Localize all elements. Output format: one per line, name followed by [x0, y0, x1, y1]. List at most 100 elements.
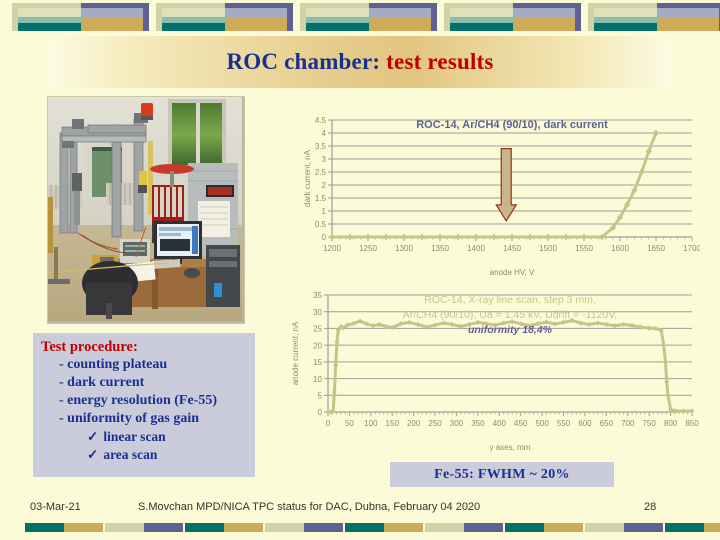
y-tick-label: 4.5 — [315, 116, 327, 125]
data-point-marker — [333, 362, 339, 368]
chart-title-line-0: ROC-14, X-ray line scan, step 3 mm, — [424, 294, 596, 306]
decoration-block — [300, 3, 437, 31]
y-tick-label: 3 — [322, 155, 327, 164]
slide-title-bar: ROC chamber: test results — [48, 36, 672, 88]
fe55-result-box: Fe-55: FWHM ~ 20% — [390, 462, 614, 487]
data-point-marker — [646, 325, 652, 331]
x-tick-label: 450 — [514, 419, 528, 428]
x-tick-label: 400 — [493, 419, 507, 428]
data-point-marker — [544, 233, 552, 241]
y-tick-label: 35 — [313, 291, 322, 300]
y-tick-label: 15 — [313, 358, 322, 367]
footer-decoration-block — [265, 523, 343, 532]
data-point-marker — [364, 233, 372, 241]
slide-canvas: ROC chamber: test results Test procedure… — [0, 0, 720, 540]
x-tick-label: 1650 — [647, 244, 665, 253]
x-tick-label: 50 — [345, 419, 354, 428]
y-tick-label: 4 — [322, 129, 327, 138]
y-tick-label: 20 — [313, 341, 322, 350]
x-axis-title: anode HV, V — [490, 268, 535, 277]
top-decoration-band — [0, 0, 720, 33]
decoration-block — [12, 3, 149, 31]
data-point-marker — [562, 233, 570, 241]
x-tick-label: 1350 — [431, 244, 449, 253]
data-point-marker — [526, 233, 534, 241]
test-procedure-box: Test procedure: - counting plateau - dar… — [33, 333, 255, 477]
check-icon: ✓ — [87, 429, 99, 444]
data-point-marker — [382, 233, 390, 241]
check-icon: ✓ — [87, 447, 99, 462]
procedure-item-2: - energy resolution (Fe-55) — [59, 393, 217, 408]
y-tick-label: 1 — [322, 207, 327, 216]
x-tick-label: 1600 — [611, 244, 629, 253]
x-tick-label: 1400 — [467, 244, 485, 253]
data-point-marker — [418, 233, 426, 241]
x-tick-label: 250 — [428, 419, 442, 428]
x-tick-label: 850 — [685, 419, 699, 428]
slide-footer: 03-Mar-21 S.Movchan MPD/NICA TPC status … — [0, 498, 720, 520]
data-point-marker — [331, 389, 338, 395]
procedure-subitem-1: ✓ area scan — [41, 446, 249, 464]
chart-dark-current: 0 0.5 1 1.5 2 2.5 3 3.5 4 4.5 1200 1250 1300 1350 1400… — [300, 112, 700, 277]
data-point-marker — [595, 320, 601, 326]
footer-decoration-block — [25, 523, 103, 532]
data-point-marker — [328, 233, 336, 241]
y-tick-label: 5 — [318, 391, 323, 400]
procedure-subitem-0: ✓ linear scan — [41, 428, 249, 446]
line-scan-plot: 051015202530350 50 100 150 200 250 300 350 400 45… — [291, 291, 699, 452]
y-tick-label: 2 — [322, 181, 327, 190]
x-tick-label: 0 — [326, 419, 331, 428]
y-axis-title: anode current, nA — [291, 321, 300, 385]
data-point-marker — [400, 233, 408, 241]
x-tick-label: 1550 — [575, 244, 593, 253]
x-tick-label: 800 — [664, 419, 678, 428]
footer-caption: S.Movchan MPD/NICA TPC status for DAC, D… — [138, 501, 481, 513]
procedure-subitem-1-label: area scan — [103, 447, 158, 462]
procedure-item-0: - counting plateau — [59, 357, 168, 372]
x-axis-title: y axes, mm — [490, 443, 531, 452]
footer-decoration-block — [425, 523, 503, 532]
page-title-accent: test results — [380, 49, 494, 74]
footer-date: 03-Mar-21 — [30, 501, 81, 513]
x-tick-label: 1200 — [323, 244, 341, 253]
data-point-marker — [664, 379, 670, 385]
bottom-decoration-band — [0, 523, 720, 532]
data-point-marker — [680, 408, 687, 414]
footer-decoration-block — [665, 523, 720, 532]
x-tick-label: 550 — [557, 419, 571, 428]
x-tick-label: 150 — [386, 419, 400, 428]
data-point-marker — [612, 323, 618, 329]
test-procedure-heading: Test procedure: — [41, 339, 138, 355]
y-tick-label: 30 — [313, 308, 322, 317]
chart-title-line-1: Ar/CH4 (90/10), Ua = 1,45 kV, Udrift = -… — [403, 309, 617, 321]
footer-decoration-block — [505, 523, 583, 532]
dark-current-plot: 0 0.5 1 1.5 2 2.5 3 3.5 4 4.5 1200 1250 1300 1350 1400… — [303, 116, 700, 277]
uniformity-annotation: uniformity 18,4% — [468, 324, 553, 336]
y-tick-label: 0 — [322, 233, 327, 242]
data-point-marker — [580, 233, 588, 241]
data-point-marker — [454, 233, 462, 241]
data-point-marker — [689, 408, 695, 414]
y-tick-label: 0 — [318, 408, 323, 417]
chart-line-scan: 0 5 10 15 20 25 30 35 0 50 100 150 200 250 300 350 400 45… — [286, 287, 700, 452]
footer-decoration-block — [585, 523, 663, 532]
procedure-item-1: - dark current — [59, 375, 145, 390]
y-tick-label: 1.5 — [315, 194, 327, 203]
footer-decoration-block — [105, 523, 183, 532]
x-tick-label: 350 — [471, 419, 485, 428]
x-tick-label: 100 — [364, 419, 378, 428]
decoration-block — [444, 3, 581, 31]
x-tick-label: 600 — [578, 419, 592, 428]
x-tick-label: 300 — [450, 419, 464, 428]
data-point-marker — [346, 233, 354, 241]
chart-title: ROC-14, Ar/CH4 (90/10), dark current — [416, 119, 608, 131]
data-point-marker — [603, 321, 609, 328]
y-tick-label: 10 — [313, 375, 322, 384]
footer-page-number: 28 — [644, 501, 657, 513]
y-tick-label: 3.5 — [315, 142, 327, 151]
footer-decoration-block — [185, 523, 263, 532]
y-axis-title: dark current, nA — [303, 149, 312, 207]
decoration-block — [588, 3, 720, 31]
data-point-marker — [508, 233, 516, 241]
data-point-marker — [334, 339, 340, 345]
